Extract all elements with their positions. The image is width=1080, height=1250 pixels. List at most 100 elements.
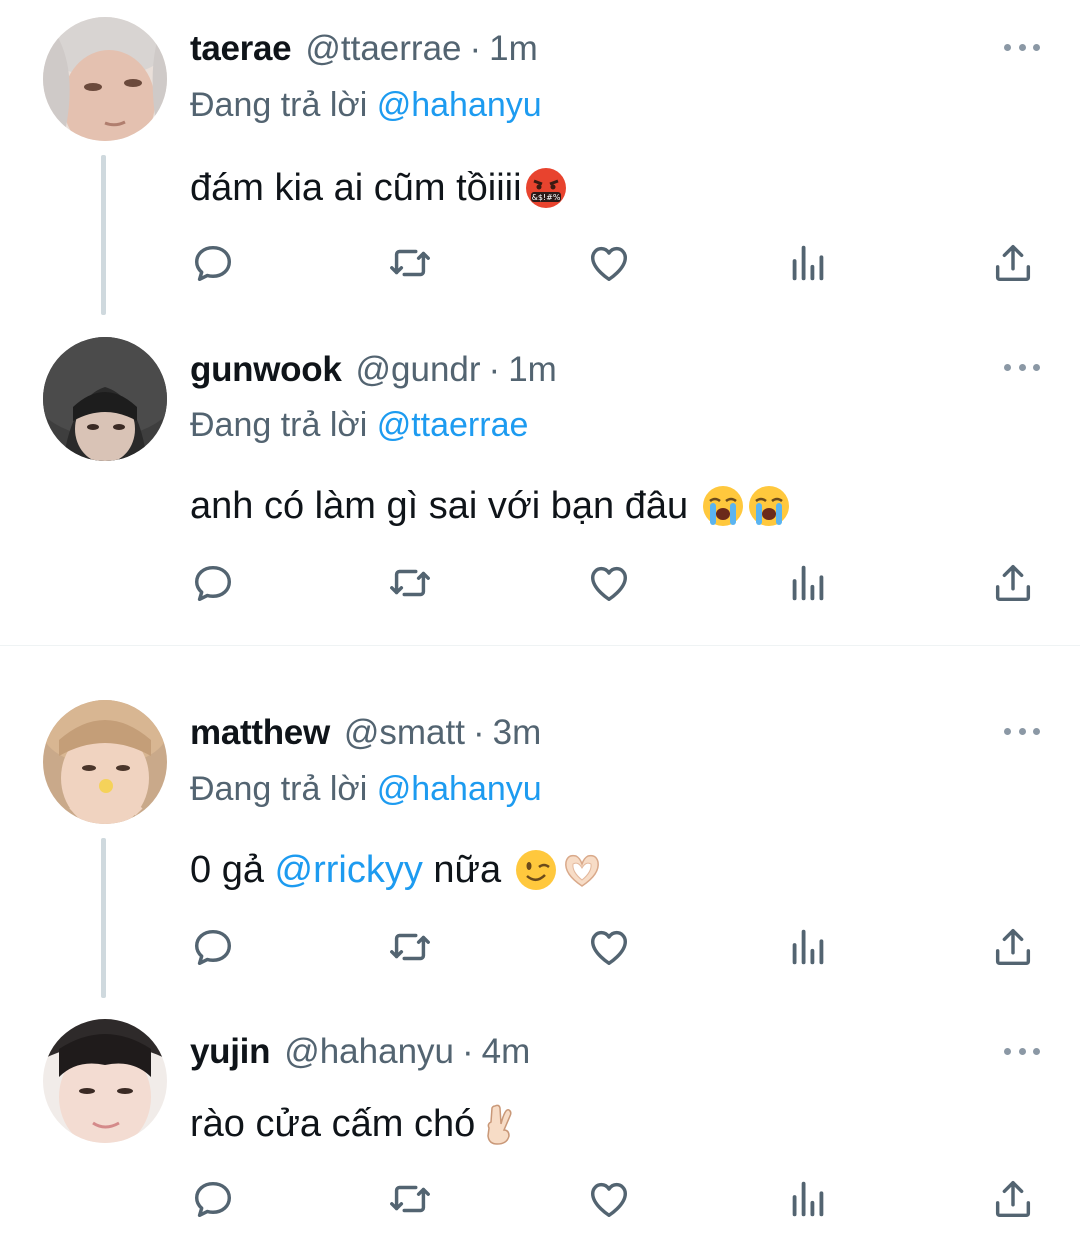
more-options-icon[interactable] (1004, 360, 1040, 374)
like-button[interactable] (586, 1176, 632, 1222)
display-name[interactable]: matthew (190, 713, 330, 753)
username[interactable]: @ttaerrae (305, 29, 461, 69)
tweet-text-content: rào cửa cấm chó (190, 1102, 476, 1145)
separator: · (462, 1032, 474, 1071)
display-name[interactable]: taerae (190, 29, 292, 69)
share-button[interactable] (990, 240, 1036, 286)
views-icon (792, 929, 824, 965)
tweet-header: gunwook @gundr · 1m (190, 345, 557, 395)
tweet[interactable]: taerae @ttaerrae · 1m Đang trả lời @haha… (0, 0, 1080, 320)
replying-prefix: Đang trả lời (190, 86, 377, 124)
timestamp[interactable]: 3m (493, 713, 542, 753)
more-options-icon[interactable] (1004, 1044, 1040, 1058)
tweet-text: rào cửa cấm chó (190, 1096, 521, 1152)
retweet-button[interactable] (387, 1176, 433, 1222)
thread-divider (0, 645, 1080, 646)
retweet-icon (390, 1185, 430, 1213)
like-button[interactable] (586, 560, 632, 606)
tweet-actions (190, 560, 1040, 610)
thread-line (101, 838, 106, 998)
tweet-mention[interactable]: @rrickyy (275, 849, 423, 892)
tweet-actions (190, 240, 1040, 290)
reply-button[interactable] (190, 1176, 236, 1222)
tweet-text-before: 0 gả (190, 848, 275, 891)
tweet[interactable]: gunwook @gundr · 1m Đang trả lời @ttaerr… (0, 320, 1080, 645)
replying-prefix: Đang trả lời (190, 406, 377, 444)
separator: · (469, 29, 482, 68)
views-button[interactable] (785, 924, 831, 970)
reply-icon (194, 1181, 232, 1218)
more-options-icon[interactable] (1004, 40, 1040, 54)
tweet-header: taerae @ttaerrae · 1m (190, 24, 538, 74)
replying-mention[interactable]: @hahanyu (377, 86, 542, 124)
reply-button[interactable] (190, 560, 236, 606)
like-icon (590, 566, 628, 602)
share-icon (995, 564, 1031, 602)
thread-line (101, 155, 106, 315)
share-button[interactable] (990, 560, 1036, 606)
tweet-actions (190, 924, 1040, 974)
username[interactable]: @gundr (356, 350, 481, 390)
display-name[interactable]: yujin (190, 1032, 270, 1072)
retweet-button[interactable] (387, 924, 433, 970)
tweet-text: đám kia ai cũm tồiiii &$!#% (190, 160, 568, 216)
replying-to: Đang trả lời @hahanyu (190, 770, 542, 809)
reply-icon (194, 565, 232, 602)
like-button[interactable] (586, 924, 632, 970)
views-button[interactable] (785, 240, 831, 286)
replying-mention[interactable]: @hahanyu (377, 770, 542, 808)
views-button[interactable] (785, 560, 831, 606)
timestamp[interactable]: 1m (489, 29, 538, 69)
loudly-crying-face-emoji (748, 486, 789, 526)
tweet-text: 0 gả @rrickyy nữa (190, 842, 604, 898)
share-button[interactable] (990, 924, 1036, 970)
replying-prefix: Đang trả lời (190, 770, 377, 808)
svg-text:&$!#%: &$!#% (531, 193, 560, 202)
timestamp[interactable]: 1m (508, 350, 557, 390)
share-icon (995, 1180, 1031, 1218)
replying-to: Đang trả lời @hahanyu (190, 86, 542, 125)
views-button[interactable] (785, 1176, 831, 1222)
tweet[interactable]: matthew @smatt · 3m Đang trả lời @hahany… (0, 682, 1080, 1002)
reply-button[interactable] (190, 240, 236, 286)
loudly-crying-face-emoji (702, 486, 743, 526)
avatar[interactable] (43, 17, 167, 141)
username[interactable]: @hahanyu (284, 1032, 454, 1072)
reply-icon (194, 929, 232, 966)
timestamp[interactable]: 4m (482, 1032, 531, 1072)
separator: · (488, 350, 501, 389)
avatar[interactable] (43, 337, 167, 461)
reply-button[interactable] (190, 924, 236, 970)
username[interactable]: @smatt (344, 713, 465, 753)
crossed-fingers-emoji (487, 1104, 512, 1145)
tweet-actions (190, 1176, 1040, 1226)
retweet-icon (390, 933, 430, 961)
views-icon (792, 1181, 824, 1217)
like-icon (590, 246, 628, 282)
like-icon (590, 930, 628, 966)
like-button[interactable] (586, 240, 632, 286)
retweet-button[interactable] (387, 560, 433, 606)
tweet[interactable]: yujin @hahanyu · 4m rào cửa cấm chó (0, 1002, 1080, 1250)
retweet-icon (390, 569, 430, 597)
avatar[interactable] (43, 1019, 167, 1143)
avatar[interactable] (43, 700, 167, 824)
replying-mention[interactable]: @ttaerrae (377, 406, 529, 444)
face-with-symbols-on-mouth-emoji: &$!#% (525, 168, 566, 208)
tweet-header: matthew @smatt · 3m (190, 708, 541, 758)
tweet-text-content: anh có làm gì sai với bạn đâu (190, 484, 699, 527)
heart-hands-emoji (564, 854, 599, 887)
retweet-button[interactable] (387, 240, 433, 286)
share-icon (995, 928, 1031, 966)
tweet-header: yujin @hahanyu · 4m (190, 1027, 530, 1077)
more-options-icon[interactable] (1004, 724, 1040, 738)
reply-icon (194, 245, 232, 282)
separator: · (472, 713, 485, 752)
views-icon (792, 565, 824, 601)
retweet-icon (390, 249, 430, 277)
tweet-text: anh có làm gì sai với bạn đâu (190, 478, 791, 534)
display-name[interactable]: gunwook (190, 350, 342, 390)
share-button[interactable] (990, 1176, 1036, 1222)
share-icon (995, 244, 1031, 282)
tweet-text-content: đám kia ai cũm tồiiii (190, 166, 522, 209)
